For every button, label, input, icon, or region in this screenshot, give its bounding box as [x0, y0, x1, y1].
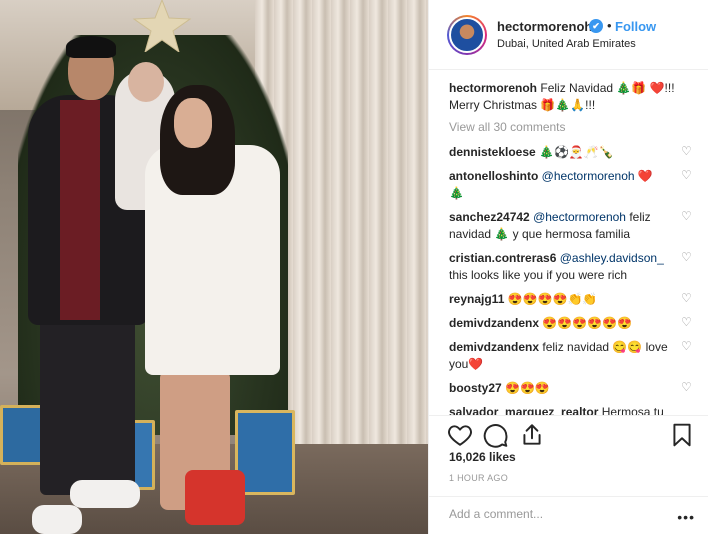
comment-item: sanchez24742 @hectormorenoh feliz navida…	[449, 209, 693, 243]
heart-outline-icon[interactable]	[447, 422, 473, 448]
add-comment-input[interactable]	[449, 507, 649, 521]
post-panel: hectormorenoh ✔ • Follow Dubai, United A…	[428, 0, 708, 534]
comment-username[interactable]: salvador_marquez_realtor	[449, 405, 598, 415]
comment-like-icon[interactable]: ♡	[681, 169, 693, 181]
comment-item: boosty27 😍😍😍 ♡	[449, 380, 693, 397]
man-legs	[40, 320, 135, 495]
post-location[interactable]: Dubai, United Arab Emirates	[497, 38, 636, 50]
comment-username[interactable]: dennistekloese	[449, 145, 536, 159]
comment-like-icon[interactable]: ♡	[681, 251, 693, 263]
bookmark-icon[interactable]	[669, 422, 695, 448]
comment-username[interactable]: cristian.contreras6	[449, 251, 556, 265]
comment-text: 😍😍😍	[505, 381, 550, 395]
comment-bubble-icon[interactable]	[483, 422, 509, 448]
avatar-image	[449, 17, 485, 53]
comment-mention[interactable]: @ashley.davidson_	[560, 251, 664, 265]
view-all-comments-link[interactable]: View all 30 comments	[449, 120, 693, 134]
comment-item: salvador_marquez_realtor Hermosa tu fami…	[449, 404, 693, 415]
comment-like-icon[interactable]: ♡	[681, 145, 693, 157]
follow-button[interactable]: Follow	[615, 19, 656, 34]
woman-face	[174, 98, 212, 148]
more-options-icon[interactable]: •••	[677, 509, 695, 525]
red-heels	[185, 470, 245, 525]
comment-mention[interactable]: @hectormorenoh	[542, 169, 635, 183]
comment-text: 😍😍😍😍😍😍	[542, 316, 633, 330]
comment-username[interactable]: demivdzandenx	[449, 316, 539, 330]
comment-item: demivdzandenx 😍😍😍😍😍😍 ♡	[449, 315, 693, 332]
add-comment-bar: •••	[429, 496, 708, 534]
comment-username[interactable]: reynajg11	[449, 292, 504, 306]
comment-text: 🎄⚽🎅🥂🍾	[539, 145, 614, 159]
separator-dot: •	[607, 18, 612, 33]
post-header: hectormorenoh ✔ • Follow Dubai, United A…	[429, 0, 708, 70]
comment-username[interactable]: antonelloshinto	[449, 169, 538, 183]
comment-like-icon[interactable]: ♡	[681, 340, 693, 352]
child-head	[128, 62, 164, 102]
caption: hectormorenoh Feliz Navidad 🎄🎁 ❤️!!! Mer…	[449, 80, 693, 114]
comment-username[interactable]: sanchez24742	[449, 210, 530, 224]
post-photo[interactable]	[0, 0, 428, 534]
like-count[interactable]: 16,026 likes	[449, 450, 516, 464]
verified-badge-icon: ✔	[589, 19, 603, 33]
comment-text: 😍😍😍😍👏👏	[507, 292, 598, 306]
comment-item: antonelloshinto @hectormorenoh ❤️ 🎄 ♡	[449, 168, 693, 202]
white-sneaker	[32, 505, 82, 534]
comment-mention[interactable]: @hectormorenoh	[533, 210, 626, 224]
white-sneaker	[70, 480, 140, 508]
comment-username[interactable]: boosty27	[449, 381, 502, 395]
comment-like-icon[interactable]: ♡	[681, 316, 693, 328]
man-scarf	[60, 100, 100, 320]
comment-like-icon[interactable]: ♡	[681, 381, 693, 393]
comment-text: this looks like you if you were rich	[449, 268, 628, 282]
comment-item: reynajg11 😍😍😍😍👏👏 ♡	[449, 291, 693, 308]
comment-like-icon[interactable]: ♡	[681, 210, 693, 222]
post-timestamp[interactable]: 1 HOUR AGO	[449, 473, 508, 483]
comment-username[interactable]: demivdzandenx	[449, 340, 539, 354]
man-hair	[66, 36, 116, 58]
comment-item: cristian.contreras6 @ashley.davidson_ th…	[449, 250, 693, 284]
share-icon[interactable]	[519, 422, 545, 448]
comment-item: dennistekloese 🎄⚽🎅🥂🍾 ♡	[449, 144, 693, 161]
action-bar	[429, 415, 708, 455]
tree-star	[132, 0, 192, 52]
comments-section[interactable]: hectormorenoh Feliz Navidad 🎄🎁 ❤️!!! Mer…	[429, 70, 708, 415]
comment-item: demivdzandenx feliz navidad 😋😋 love you❤…	[449, 339, 693, 373]
post-username[interactable]: hectormorenoh	[497, 19, 592, 34]
avatar[interactable]	[447, 15, 487, 55]
comment-like-icon[interactable]: ♡	[681, 292, 693, 304]
caption-username[interactable]: hectormorenoh	[449, 81, 537, 95]
